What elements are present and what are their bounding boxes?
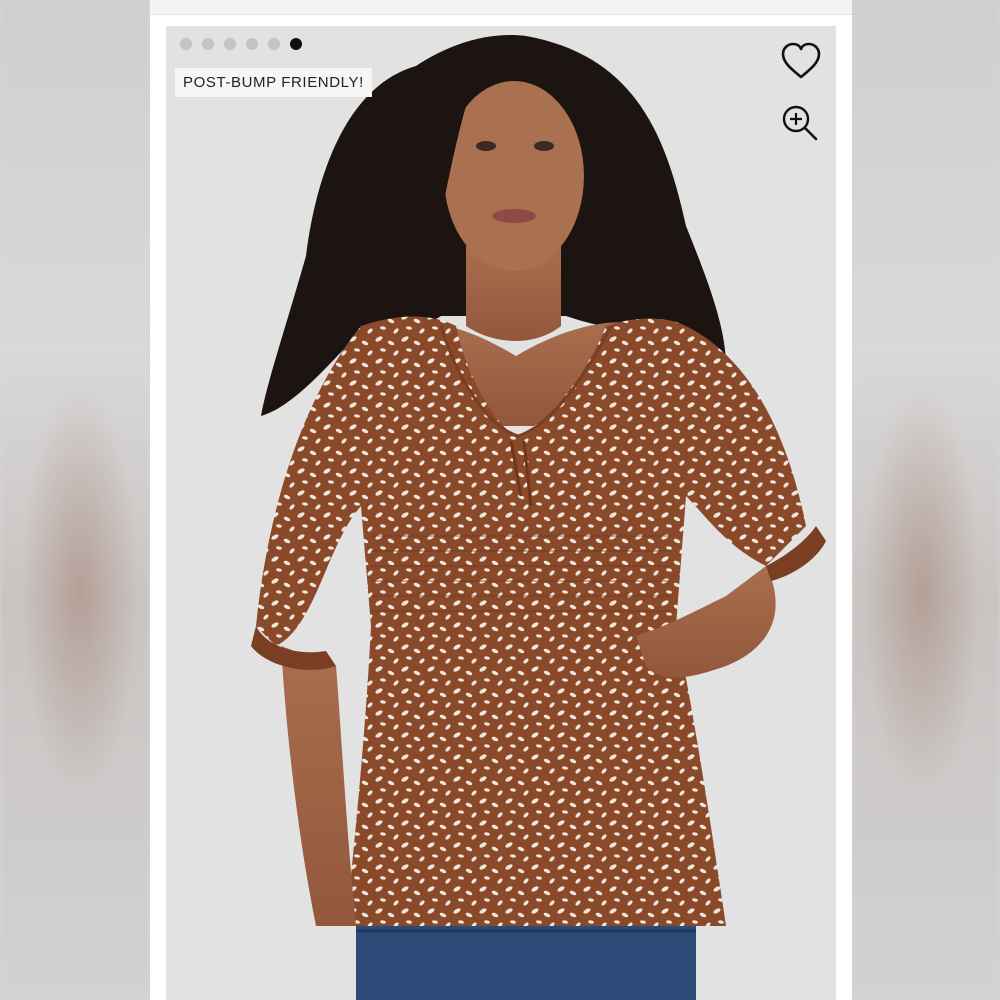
slide-dot[interactable]	[246, 38, 258, 50]
post-bump-friendly-badge: POST-BUMP FRIENDLY!	[175, 68, 372, 97]
slide-dot-active[interactable]	[290, 38, 302, 50]
slide-dot[interactable]	[180, 38, 192, 50]
model-illustration	[166, 26, 836, 1000]
blurred-background-left	[0, 0, 150, 1000]
top-strip	[150, 0, 852, 15]
heart-outline-icon	[781, 42, 821, 79]
zoom-button[interactable]	[780, 103, 824, 147]
slide-dot[interactable]	[224, 38, 236, 50]
slide-dot[interactable]	[202, 38, 214, 50]
zoom-in-icon	[782, 105, 818, 141]
favorite-button[interactable]	[780, 42, 824, 86]
product-gallery-frame: POST-BUMP FRIENDLY!	[150, 0, 852, 1000]
product-photo[interactable]: POST-BUMP FRIENDLY!	[166, 26, 836, 1000]
slide-dot[interactable]	[268, 38, 280, 50]
slide-indicator	[180, 38, 302, 50]
blurred-background-right	[852, 0, 1000, 1000]
